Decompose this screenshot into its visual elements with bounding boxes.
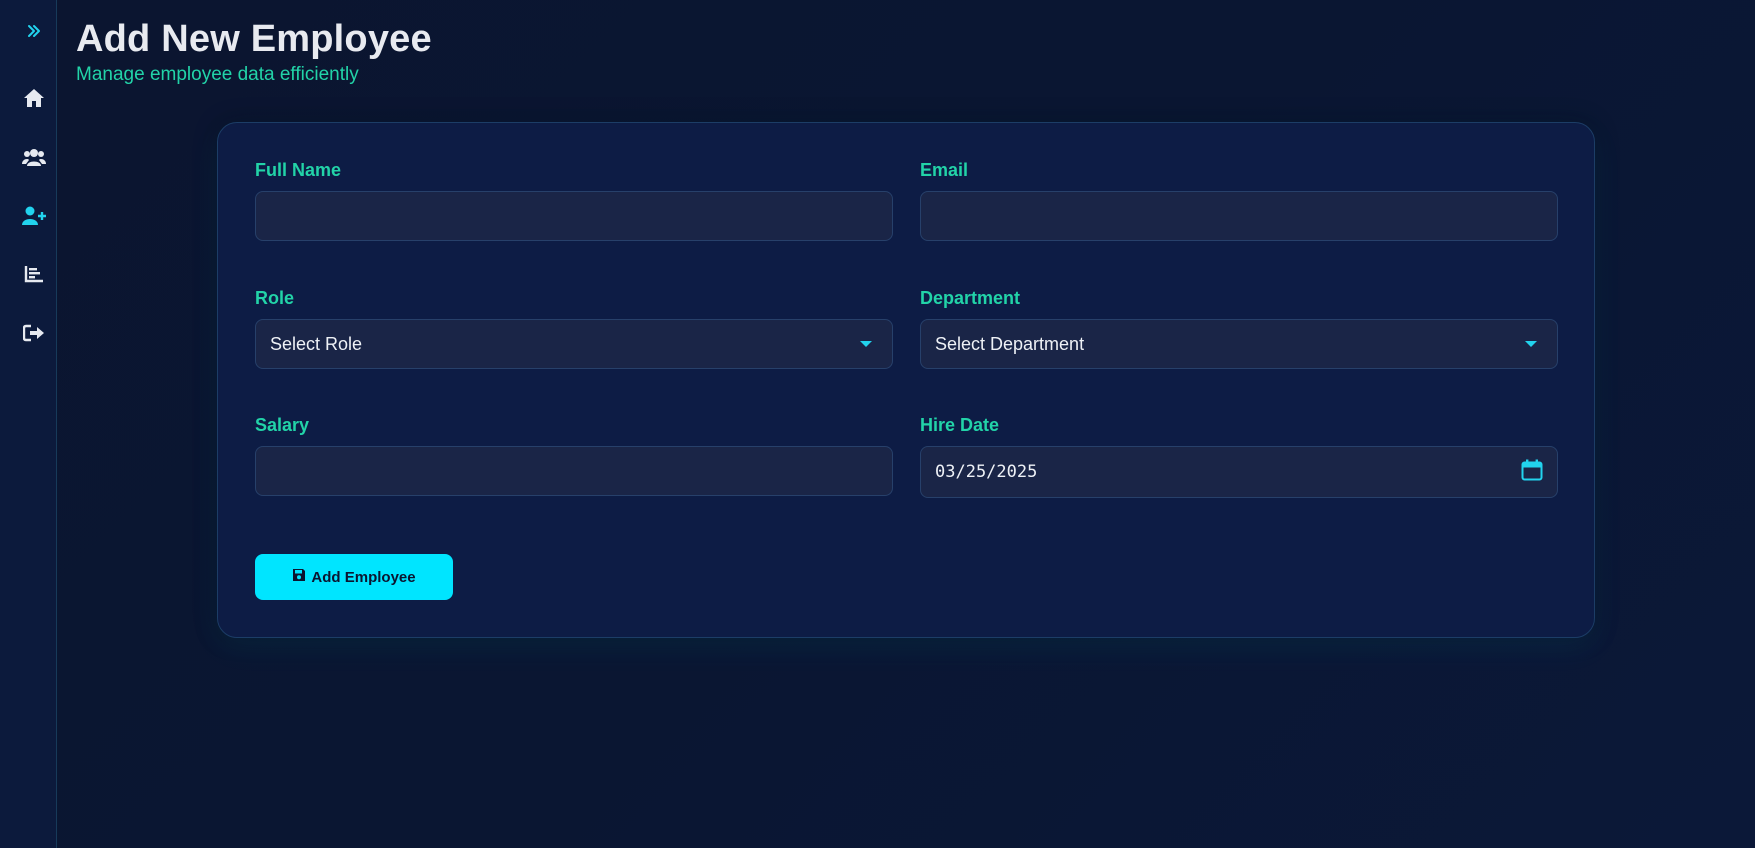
caret-down-icon (1525, 341, 1537, 347)
bar-chart-icon[interactable] (22, 262, 46, 286)
page-title: Add New Employee (76, 18, 432, 60)
calendar-icon[interactable] (1521, 459, 1543, 486)
salary-label: Salary (255, 415, 310, 435)
page-subtitle: Manage employee data efficiently (76, 64, 359, 85)
hire-date-label: Hire Date (920, 415, 1000, 435)
logout-icon[interactable] (22, 321, 46, 345)
full-name-label: Full Name (255, 160, 342, 180)
email-label: Email (920, 160, 969, 180)
add-employee-label: Add Employee (311, 568, 416, 586)
save-icon (292, 568, 306, 586)
sidebar (0, 0, 57, 848)
department-label: Department (920, 288, 1021, 308)
full-name-input[interactable] (255, 191, 893, 241)
caret-down-icon (860, 341, 872, 347)
users-icon[interactable] (22, 145, 46, 169)
role-label: Role (255, 288, 295, 308)
role-select[interactable]: Select Role (255, 319, 893, 369)
department-select[interactable]: Select Department (920, 319, 1558, 369)
email-input[interactable] (920, 191, 1558, 241)
user-plus-icon[interactable] (22, 204, 46, 228)
hire-date-input[interactable]: 03/25/2025 (920, 446, 1558, 498)
add-employee-button[interactable]: Add Employee (255, 554, 453, 600)
department-select-value: Select Department (935, 333, 1085, 354)
hire-date-value: 03/25/2025 (935, 462, 1038, 482)
chevrons-right-icon[interactable] (22, 19, 46, 43)
role-select-value: Select Role (270, 333, 363, 354)
salary-input[interactable] (255, 446, 893, 496)
home-icon[interactable] (22, 86, 46, 110)
employee-form-card: Full Name Email Role Select Role Departm… (217, 122, 1595, 638)
